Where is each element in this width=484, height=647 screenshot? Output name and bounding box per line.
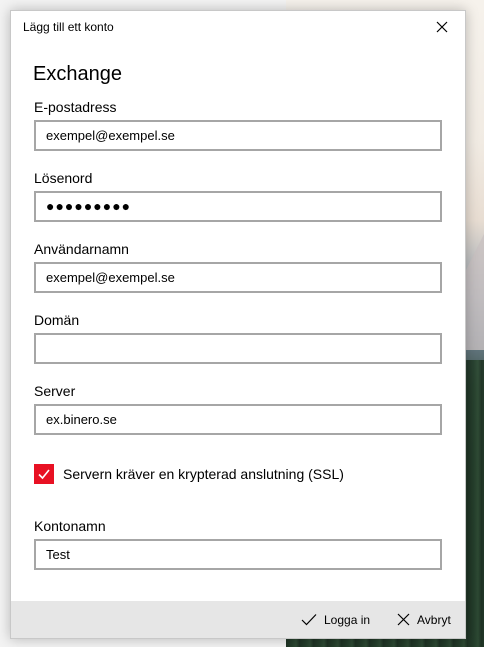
login-button[interactable]: Logga in [301,601,370,638]
login-button-label: Logga in [324,612,371,627]
ssl-checkbox-label: Servern kräver en krypterad anslutning (… [63,466,344,482]
title-bar: Lägg till ett konto [11,11,465,43]
add-account-dialog: Lägg till ett konto Exchange E-postadres… [10,10,466,639]
window-title: Lägg till ett konto [23,20,114,34]
ssl-checkbox[interactable] [34,464,54,484]
checkmark-icon [301,613,317,625]
desktop: Lägg till ett konto Exchange E-postadres… [0,0,484,647]
cancel-button[interactable]: Avbryt [397,601,451,638]
close-button[interactable] [419,11,465,43]
password-field[interactable]: ●●●●●●●●● [34,191,442,222]
username-label: Användarnamn [34,241,129,257]
ssl-checkbox-row[interactable]: Servern kräver en krypterad anslutning (… [34,464,344,484]
server-field[interactable]: ex.binero.se [34,404,442,435]
username-field[interactable]: exempel@exempel.se [34,262,442,293]
page-title: Exchange [33,63,122,85]
account-name-field[interactable]: Test [34,539,442,570]
close-icon [436,21,448,33]
domain-label: Domän [34,312,80,328]
email-label: E-postadress [34,99,117,115]
email-field[interactable]: exempel@exempel.se [34,120,442,151]
server-label: Server [34,383,76,399]
domain-field[interactable] [34,333,442,364]
checkmark-icon [38,469,50,480]
account-name-label: Kontonamn [34,518,106,534]
cancel-button-label: Avbryt [417,612,451,627]
password-label: Lösenord [34,170,93,186]
cancel-icon [397,613,410,626]
dialog-footer: Logga in Avbryt [11,601,465,638]
